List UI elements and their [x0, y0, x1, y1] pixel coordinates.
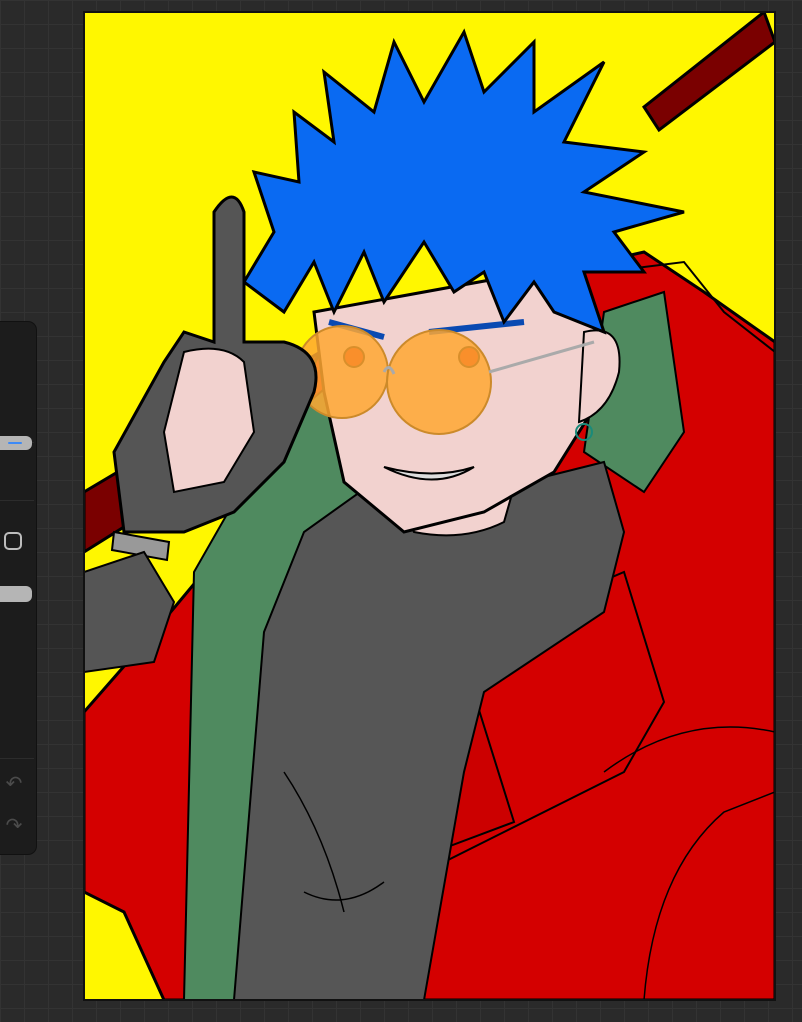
opacity-slider[interactable] [0, 586, 32, 602]
sidebar-divider [0, 500, 34, 501]
slider-handle[interactable] [8, 442, 22, 444]
redo-icon[interactable]: ↷ [2, 814, 26, 838]
drawing-canvas[interactable] [84, 12, 775, 1000]
sidebar-divider [0, 758, 34, 759]
brush-sidebar: ↶ ↷ [0, 322, 36, 854]
modifier-button[interactable] [4, 532, 22, 550]
brush-size-slider[interactable] [0, 436, 32, 450]
artwork [84, 12, 775, 1000]
undo-icon[interactable]: ↶ [2, 772, 26, 796]
